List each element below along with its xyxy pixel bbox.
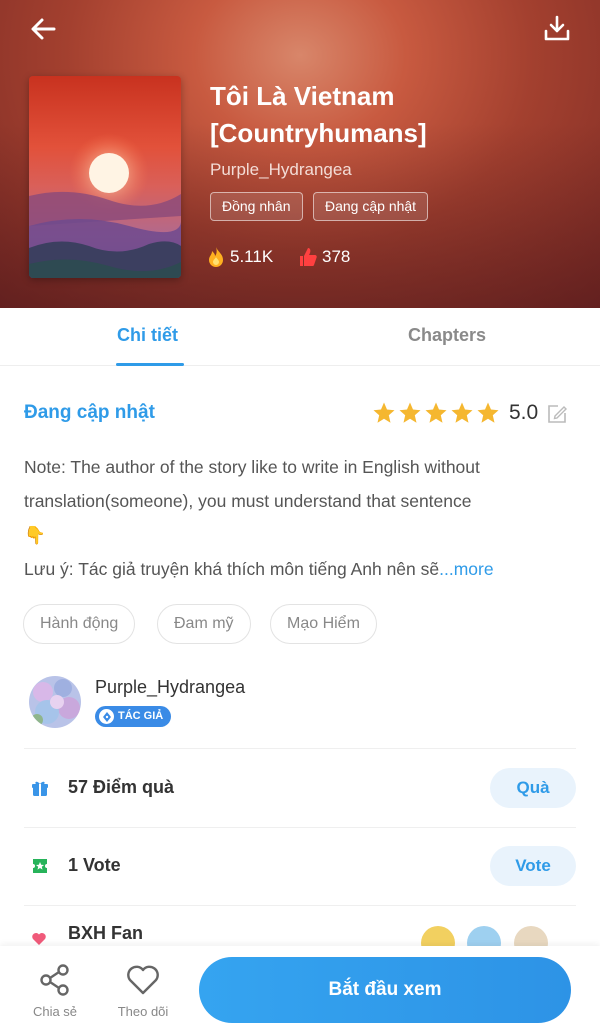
vote-ticket-icon: [33, 859, 47, 873]
divider: [24, 748, 576, 749]
divider: [24, 827, 576, 828]
heart-icon: [32, 933, 46, 945]
rating-value: 5.0: [509, 401, 539, 424]
tag-fanfiction[interactable]: Đồng nhân: [210, 192, 303, 221]
book-cover: [29, 76, 181, 278]
book-title-line2: [Countryhumans]: [210, 118, 427, 148]
book-title: Tôi Là Vietnam [Countryhumans]: [210, 78, 580, 152]
author-badge: TÁC GIẢ: [95, 706, 172, 727]
more-link[interactable]: ...more: [439, 559, 493, 579]
desc-line-text: Lưu ý: Tác giả truyện khá thích môn tiến…: [24, 559, 440, 579]
start-reading-button[interactable]: Bắt đầu xem: [199, 957, 571, 1023]
likes-count: 378: [322, 247, 351, 266]
desc-line: Note: The author of the story like to wr…: [24, 457, 480, 477]
star-icon: [399, 402, 421, 423]
active-tab-indicator: [116, 363, 184, 366]
share-button[interactable]: Chia sẻ: [25, 962, 85, 1019]
tab-chapters[interactable]: Chapters: [408, 325, 486, 346]
thumbs-up-icon: [300, 248, 317, 266]
story-description: Note: The author of the story like to wr…: [24, 450, 576, 586]
arrow-left-icon: [31, 18, 56, 40]
back-button[interactable]: [26, 12, 60, 46]
download-button[interactable]: [540, 12, 574, 46]
gift-button[interactable]: Quà: [490, 768, 576, 808]
star-icon: [451, 402, 473, 423]
likes-stat: 378: [298, 246, 350, 268]
genre-chip[interactable]: Mạo Hiểm: [270, 604, 377, 644]
genre-chip[interactable]: Đam mỹ: [157, 604, 251, 644]
share-label: Chia sẻ: [32, 1004, 78, 1019]
tab-details[interactable]: Chi tiết: [117, 325, 178, 346]
tab-bar: Chi tiết Chapters: [0, 308, 600, 366]
fire-icon: [209, 247, 223, 267]
edit-icon[interactable]: [546, 403, 568, 425]
desc-line: Lưu ý: Tác giả truyện khá thích môn tiến…: [24, 552, 576, 586]
vote-button[interactable]: Vote: [490, 846, 576, 886]
bottom-action-bar: Chia sẻ Theo dõi Bắt đầu xem: [0, 946, 600, 1034]
story-status: Đang cập nhật: [24, 402, 155, 423]
star-icon: [425, 402, 447, 423]
fan-ranking-label[interactable]: BXH Fan: [68, 923, 143, 944]
rating-stars[interactable]: [372, 401, 502, 425]
author-avatar[interactable]: [29, 676, 81, 728]
share-icon: [40, 964, 69, 996]
divider: [24, 905, 576, 906]
follow-button[interactable]: Theo dõi: [113, 962, 173, 1019]
desc-line: translation(someone), you must understan…: [24, 491, 472, 511]
desc-emoji: 👇: [24, 518, 576, 552]
vote-count: 1 Vote: [68, 855, 121, 875]
tag-status[interactable]: Đang cập nhật: [313, 192, 429, 221]
author-name[interactable]: Purple_Hydrangea: [95, 677, 245, 698]
gift-icon: [32, 781, 48, 796]
author-badge-label: TÁC GIẢ: [118, 710, 164, 722]
pen-nib-icon: [99, 709, 114, 724]
views-count: 5.11K: [230, 247, 274, 266]
star-icon: [373, 402, 395, 423]
pointing-down-icon: 👇: [24, 525, 46, 545]
views-stat: 5.11K: [206, 246, 273, 268]
gift-points: 57 Điểm quà: [68, 777, 175, 797]
star-icon: [477, 402, 499, 423]
download-icon: [544, 15, 570, 41]
book-title-line1: Tôi Là Vietnam: [210, 81, 395, 111]
book-header: Tôi Là Vietnam [Countryhumans] Purple_Hy…: [0, 0, 600, 308]
follow-label: Theo dõi: [117, 1004, 169, 1019]
book-author[interactable]: Purple_Hydrangea: [210, 160, 352, 180]
genre-chip[interactable]: Hành động: [23, 604, 136, 644]
heart-outline-icon: [127, 965, 159, 995]
